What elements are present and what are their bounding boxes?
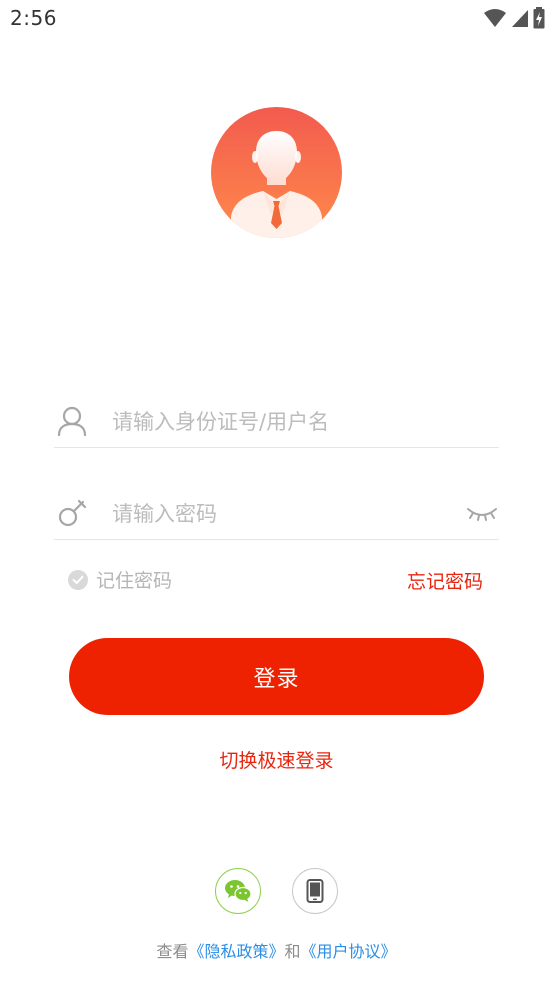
login-screen: 2:56 请输入身份证号/用户名 记住密码 忘记密码 登录 切换极速登录 查看《… [0,0,553,983]
remember-password-label: 记住密码 [96,570,173,592]
switch-quick-login-link: 切换极速登录 [0,746,553,773]
wechat-login-button[interactable] [215,868,261,914]
user-agreement-link[interactable]: 《用户协议》 [301,942,397,961]
privacy-policy-link[interactable]: 《隐私政策》 [188,942,284,961]
status-time: 2:56 [10,6,57,30]
login-button[interactable]: 登录 [69,638,484,715]
status-bar: 2:56 [0,0,553,38]
status-icons [483,7,545,29]
password-input[interactable] [112,497,442,531]
wechat-icon [225,880,252,902]
switch-quick-login-label[interactable]: 切换极速登录 [219,750,333,772]
cellular-signal-icon [512,10,528,27]
eye-closed-icon[interactable] [465,501,499,523]
mobile-phone-icon [306,879,324,903]
user-avatar-icon [211,107,342,238]
password-field [54,489,499,540]
key-icon [58,499,87,527]
check-circle-icon [68,569,88,590]
forgot-password-link[interactable]: 忘记密码 [407,567,483,594]
agreement-line: 查看《隐私政策》和《用户协议》 [0,938,553,962]
user-avatar [211,107,342,238]
username-input[interactable] [112,405,442,439]
remember-password-toggle[interactable]: 记住密码 [68,566,172,593]
agreement-prefix: 查看 [156,942,189,961]
wifi-icon [484,9,506,27]
agreement-conjunction: 和 [284,942,301,961]
battery-charging-icon [533,7,545,29]
username-field [54,397,499,448]
phone-login-button[interactable] [292,868,338,914]
user-outline-icon [57,406,87,437]
